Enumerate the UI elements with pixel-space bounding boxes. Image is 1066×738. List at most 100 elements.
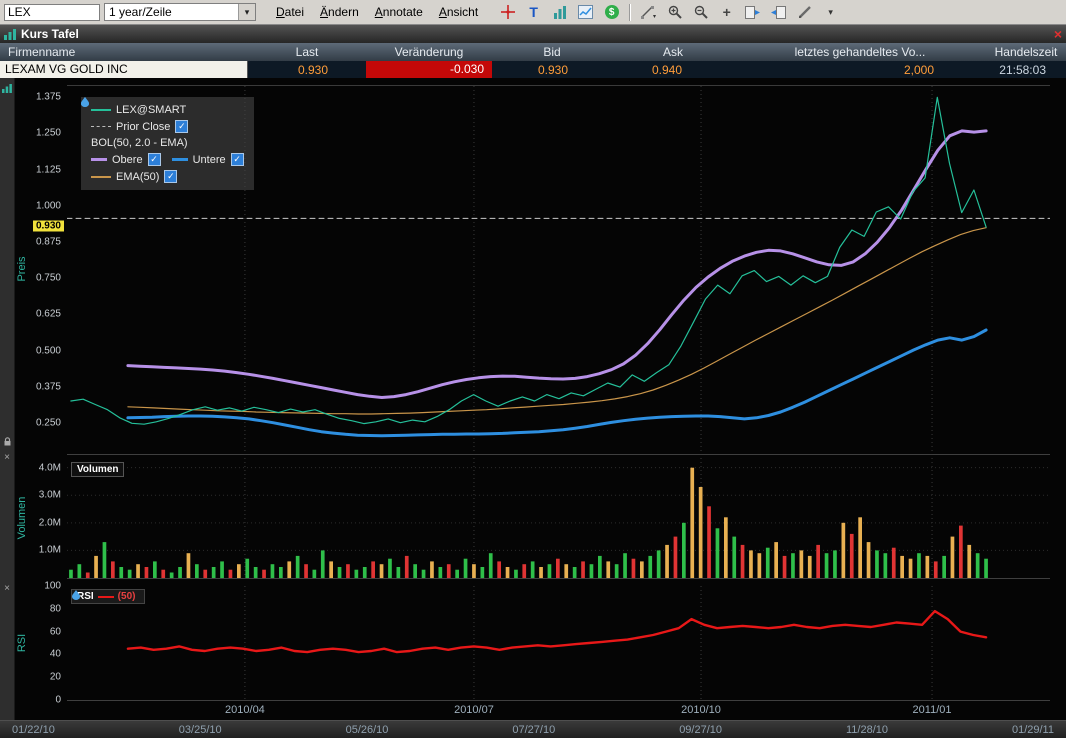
legend-row-bollinger: BOL(50, 2.0 - EMA) — [91, 137, 244, 149]
price-chart-panel[interactable]: LEX@SMART Prior Close ✓ BOL(50, 2.0 - EM… — [67, 85, 1050, 455]
y-tick-label: 20 — [50, 672, 61, 683]
y-tick-label: 1.0M — [39, 545, 61, 556]
period-select[interactable]: 1 year/Zeile ▾ — [104, 3, 256, 21]
scrollbar-date: 09/27/10 — [679, 724, 722, 736]
volume-panel-label: Volumen — [71, 462, 124, 477]
menu-annotate[interactable]: Annotate — [367, 3, 431, 21]
header-firmenname: Firmenname — [0, 45, 248, 59]
header-ask: Ask — [612, 45, 734, 59]
prior-close-label: Prior Close — [116, 121, 170, 133]
rsi-param-label: (50) — [118, 591, 136, 602]
y-tick-label: 0.625 — [36, 309, 61, 320]
pane-left-icon — [745, 6, 760, 19]
volume-chart-panel[interactable]: Volumen — [67, 458, 1050, 579]
chart-area: × × Preis Volumen RSI 1.3751.2501.1251.0… — [0, 78, 1066, 738]
symbol-name-cell: LEXAM VG GOLD INC — [0, 61, 248, 78]
more-tools-dropdown[interactable]: ▾ — [819, 2, 842, 23]
time-scrollbar[interactable]: 01/22/1003/25/1005/26/1007/27/1009/27/10… — [0, 720, 1066, 738]
dollar-icon: $ — [605, 5, 619, 19]
chart-panel-icon[interactable] — [1, 84, 13, 96]
volume-panel-button[interactable] — [548, 2, 571, 23]
ema-checkbox[interactable]: ✓ — [164, 170, 177, 183]
add-pane-left-button[interactable] — [741, 2, 764, 23]
chevron-down-icon[interactable]: ▾ — [238, 4, 255, 20]
lower-band-swatch — [172, 158, 188, 161]
rsi-panel-label: RSI (50) — [71, 589, 145, 604]
upper-band-checkbox[interactable]: ✓ — [148, 153, 161, 166]
last-volume-cell: 2,000 — [734, 63, 986, 77]
prior-close-checkbox[interactable]: ✓ — [175, 120, 188, 133]
quote-table-header: Firmenname Last Veränderung Bid Ask letz… — [0, 43, 1066, 61]
draw-line-button[interactable] — [637, 2, 660, 23]
add-study-button[interactable]: + — [715, 2, 738, 23]
y-tick-label: 0.250 — [36, 418, 61, 429]
upper-band-label: Obere — [112, 154, 143, 166]
lower-band-label: Untere — [193, 154, 226, 166]
text-tool-button[interactable]: T — [522, 2, 545, 23]
y-tick-label: 4.0M — [39, 462, 61, 473]
y-tick-label: 1.375 — [36, 92, 61, 103]
zoom-out-icon — [694, 5, 708, 19]
toolbar: 1 year/Zeile ▾ Datei Ändern Annotate Ans… — [0, 0, 1066, 25]
zoom-out-button[interactable] — [689, 2, 712, 23]
last-price-cell: 0.930 — [248, 63, 366, 77]
trading-app-window: 1 year/Zeile ▾ Datei Ändern Annotate Ans… — [0, 0, 1066, 738]
zoom-in-button[interactable] — [663, 2, 686, 23]
ask-cell: 0.940 — [612, 63, 734, 77]
zoom-in-icon — [668, 5, 682, 19]
rsi-chart[interactable] — [67, 586, 1050, 700]
volume-chart[interactable] — [67, 458, 1050, 578]
close-button[interactable]: × — [1054, 28, 1062, 40]
trade-time-cell: 21:58:03 — [986, 63, 1066, 77]
price-y-axis: 1.3751.2501.1251.0000.8750.7500.6250.500… — [14, 85, 64, 453]
scrollbar-date: 07/27/10 — [512, 724, 555, 736]
y-tick-label: 0.375 — [36, 381, 61, 392]
y-tick-label: 80 — [50, 603, 61, 614]
y-tick-label: 0.500 — [36, 345, 61, 356]
draw-tool-button[interactable] — [793, 2, 816, 23]
bid-cell: 0.930 — [492, 63, 612, 77]
scrollbar-date-track: 01/22/1003/25/1005/26/1007/27/1009/27/10… — [0, 724, 1066, 736]
chart-style-button[interactable] — [574, 2, 597, 23]
header-handelszeit: Handelszeit — [986, 45, 1066, 59]
toolbar-separator — [629, 4, 631, 21]
currency-button[interactable]: $ — [600, 2, 623, 23]
y-tick-label: 2.0M — [39, 517, 61, 528]
x-axis-label: 2010/04 — [225, 704, 265, 716]
header-volume: letztes gehandeltes Vo... — [734, 45, 986, 59]
header-last: Last — [248, 45, 366, 59]
rsi-chart-panel[interactable]: RSI (50) — [67, 586, 1050, 701]
trendline-icon — [641, 5, 656, 19]
menu-ansicht[interactable]: Ansicht — [431, 3, 486, 21]
lock-icon[interactable] — [1, 436, 13, 450]
y-tick-label: 40 — [50, 649, 61, 660]
scrollbar-date: 11/28/10 — [846, 724, 888, 736]
x-axis-label: 2011/01 — [913, 704, 952, 716]
crosshair-tool-button[interactable] — [496, 2, 519, 23]
y-tick-label: 60 — [50, 626, 61, 637]
upper-band-swatch — [91, 158, 107, 161]
menu-datei[interactable]: Datei — [268, 3, 312, 21]
menubar: Datei Ändern Annotate Ansicht — [268, 3, 486, 21]
lower-band-checkbox[interactable]: ✓ — [231, 153, 244, 166]
scrollbar-date: 01/22/10 — [12, 724, 55, 736]
close-volume-panel-button[interactable]: × — [1, 453, 13, 463]
y-tick-label: 1.125 — [36, 164, 61, 175]
y-tick-label: 0.750 — [36, 273, 61, 284]
add-pane-right-button[interactable] — [767, 2, 790, 23]
header-bid: Bid — [492, 45, 612, 59]
scrollbar-date: 01/29/11 — [1012, 724, 1054, 736]
pane-right-icon — [771, 6, 786, 19]
quote-row[interactable]: LEXAM VG GOLD INC 0.930 -0.030 0.930 0.9… — [0, 61, 1066, 78]
menu-aendern[interactable]: Ändern — [312, 3, 367, 21]
mini-bars-icon — [2, 84, 12, 93]
price-series-swatch — [91, 109, 111, 111]
last-price-marker: 0.930 — [33, 221, 64, 232]
symbol-input[interactable] — [4, 4, 100, 21]
legend-row-prior-close: Prior Close ✓ — [91, 120, 244, 133]
close-rsi-panel-button[interactable]: × — [1, 584, 13, 594]
bollinger-label: BOL(50, 2.0 - EMA) — [91, 137, 188, 149]
ema-swatch — [91, 176, 111, 178]
crosshair-icon — [501, 5, 515, 19]
prior-close-swatch — [91, 126, 111, 127]
